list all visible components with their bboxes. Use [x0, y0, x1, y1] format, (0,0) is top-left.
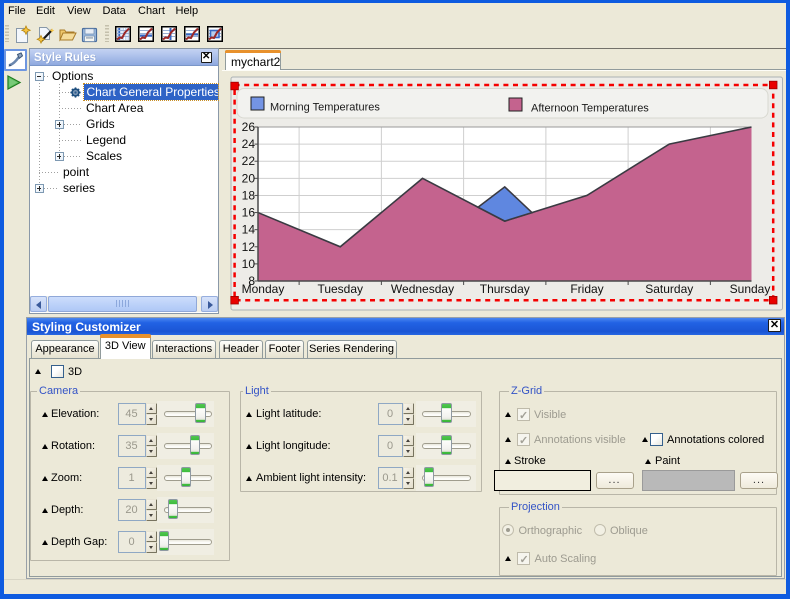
- svg-text:16: 16: [242, 206, 256, 220]
- svg-text:Monday: Monday: [242, 282, 285, 296]
- svg-text:26: 26: [242, 120, 256, 134]
- svg-text:Afternoon Temperatures: Afternoon Temperatures: [531, 103, 649, 115]
- svg-text:12: 12: [242, 240, 256, 254]
- svg-text:Tuesday: Tuesday: [317, 282, 363, 296]
- svg-text:24: 24: [242, 137, 256, 151]
- svg-text:Wednesday: Wednesday: [391, 282, 454, 296]
- svg-text:18: 18: [242, 188, 256, 202]
- svg-text:Friday: Friday: [570, 282, 603, 296]
- svg-text:Thursday: Thursday: [480, 282, 530, 296]
- svg-text:22: 22: [242, 154, 256, 168]
- svg-text:10: 10: [242, 257, 256, 271]
- svg-text:20: 20: [242, 171, 256, 185]
- svg-text:14: 14: [242, 223, 256, 237]
- svg-text:Sunday: Sunday: [730, 282, 771, 296]
- svg-text:Saturday: Saturday: [645, 282, 693, 296]
- svg-text:Morning Temperatures: Morning Temperatures: [270, 102, 380, 114]
